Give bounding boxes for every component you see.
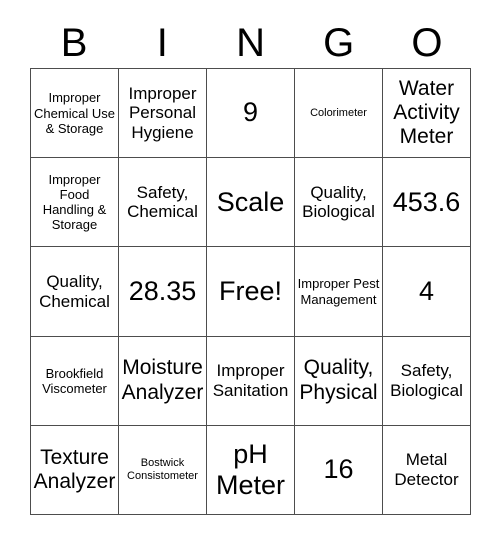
bingo-cell-label: Improper Pest Management — [297, 276, 380, 307]
bingo-cell-label: Improper Sanitation — [212, 360, 289, 400]
bingo-cell-label: Improper Personal Hygiene — [128, 83, 197, 142]
bingo-cell[interactable]: Improper Pest Management — [295, 247, 383, 337]
bingo-cell[interactable]: 28.35 — [119, 247, 207, 337]
bingo-cell[interactable]: Metal Detector — [383, 425, 471, 516]
bingo-row: Quality, Chemical 28.35 Free! Improper P… — [31, 247, 471, 337]
bingo-cell[interactable]: Brookfield Viscometer — [31, 336, 119, 426]
bingo-cell-label: Safety, Biological — [390, 360, 463, 400]
bingo-cell[interactable]: Improper Food Handling & Storage — [31, 158, 119, 248]
bingo-row: Improper Chemical Use & Storage Improper… — [31, 69, 471, 159]
bingo-cell-label: Water Activity Meter — [393, 76, 460, 149]
bingo-header-letter-n: N — [236, 21, 265, 65]
bingo-cell[interactable]: Colorimeter — [295, 69, 383, 159]
bingo-card: B I N G O Improper Chemical Use & Storag… — [30, 18, 471, 516]
bingo-cell-label: Free! — [218, 275, 283, 306]
bingo-cell[interactable]: 9 — [207, 69, 295, 159]
bingo-cell-label: Moisture Analyzer — [121, 356, 204, 404]
bingo-cell[interactable]: pH Meter — [207, 425, 295, 516]
bingo-cell-label: Bostwick Consistometer — [127, 457, 198, 482]
bingo-cell-label: Scale — [216, 186, 285, 217]
bingo-cell-label: Improper Food Handling & Storage — [42, 172, 107, 233]
bingo-cell-label: Colorimeter — [310, 106, 367, 119]
bingo-header-letter-o: O — [411, 21, 443, 65]
bingo-cell[interactable]: Texture Analyzer — [31, 425, 119, 516]
bingo-cell-label: Quality, Physical — [299, 356, 378, 404]
bingo-cell[interactable]: Safety, Chemical — [119, 158, 207, 248]
bingo-cell-label: 453.6 — [392, 186, 461, 217]
bingo-cell-label: Metal Detector — [394, 450, 459, 489]
bingo-row: Brookfield Viscometer Moisture Analyzer … — [31, 336, 471, 426]
bingo-cell-label: Quality, Biological — [302, 182, 375, 222]
bingo-cell[interactable]: Bostwick Consistometer — [119, 425, 207, 516]
bingo-cell[interactable]: Scale — [207, 158, 295, 248]
bingo-cell-label: 16 — [323, 454, 354, 485]
bingo-header-letter-i: I — [156, 21, 168, 65]
bingo-cell-label: Brookfield Viscometer — [42, 365, 107, 396]
bingo-cell[interactable]: Moisture Analyzer — [119, 336, 207, 426]
bingo-cell[interactable]: Improper Chemical Use & Storage — [31, 69, 119, 159]
bingo-cell[interactable]: Quality, Chemical — [31, 247, 119, 337]
bingo-cell-label: 9 — [242, 97, 259, 128]
bingo-cell-free[interactable]: Free! — [207, 247, 295, 337]
bingo-cell-label: 28.35 — [128, 275, 197, 306]
bingo-cell-label: Improper Chemical Use & Storage — [34, 90, 115, 136]
bingo-header-letter-g: G — [323, 21, 355, 65]
bingo-cell-label: Texture Analyzer — [33, 445, 116, 493]
bingo-cell[interactable]: Improper Sanitation — [207, 336, 295, 426]
bingo-cell[interactable]: Quality, Physical — [295, 336, 383, 426]
bingo-cell-label: 4 — [418, 275, 435, 306]
bingo-grid: Improper Chemical Use & Storage Improper… — [30, 68, 471, 516]
bingo-header-row: B I N G O — [30, 18, 471, 68]
bingo-cell-label: Quality, Chemical — [39, 271, 110, 311]
bingo-cell[interactable]: 16 — [295, 425, 383, 516]
bingo-cell[interactable]: Water Activity Meter — [383, 69, 471, 159]
bingo-cell[interactable]: 453.6 — [383, 158, 471, 248]
bingo-cell[interactable]: 4 — [383, 247, 471, 337]
bingo-header-letter-b: B — [60, 21, 88, 65]
bingo-cell-label: pH Meter — [215, 438, 286, 500]
bingo-cell[interactable]: Safety, Biological — [383, 336, 471, 426]
bingo-cell[interactable]: Improper Personal Hygiene — [119, 69, 207, 159]
bingo-row: Texture Analyzer Bostwick Consistometer … — [31, 425, 471, 516]
bingo-cell[interactable]: Quality, Biological — [295, 158, 383, 248]
bingo-cell-label: Safety, Chemical — [127, 182, 198, 222]
bingo-row: Improper Food Handling & Storage Safety,… — [31, 158, 471, 248]
